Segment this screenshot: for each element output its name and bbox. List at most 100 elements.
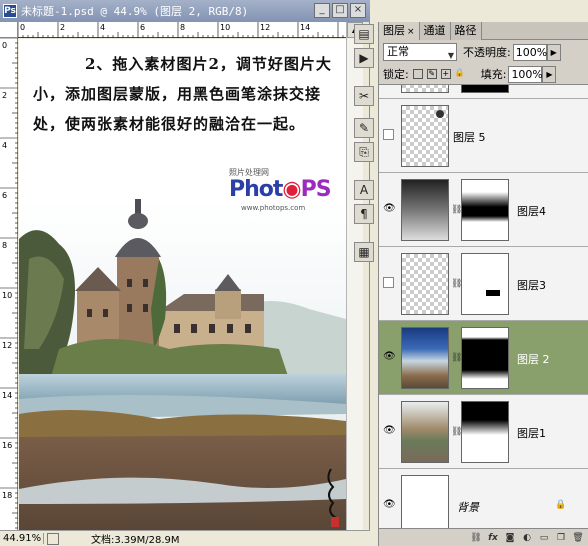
- paragraph-icon[interactable]: ¶: [354, 204, 374, 224]
- watermark-logo: Phot◉PS: [229, 177, 332, 202]
- layer-mask-thumbnail[interactable]: [461, 253, 509, 315]
- mask-icon[interactable]: ◙: [503, 531, 517, 545]
- document-size-info[interactable]: 文档:3.39M/28.9M: [91, 531, 180, 546]
- layer-row-4[interactable]: 👁 ⛓ 图层4: [379, 173, 588, 247]
- character-icon[interactable]: A: [354, 180, 374, 200]
- layer-row-background[interactable]: 👁 背景 🔒: [379, 469, 588, 528]
- document-titlebar[interactable]: Ps 未标题-1.psd @ 44.9% (图层 2, RGB/8) _ □ ×: [0, 0, 370, 22]
- layer-name[interactable]: 背景: [457, 499, 479, 515]
- blend-mode-select[interactable]: 正常 ▼: [383, 43, 457, 61]
- visibility-toggle[interactable]: [383, 129, 394, 140]
- document-status-bar: 44.91% 文档:3.39M/28.9M: [0, 530, 370, 546]
- watermark-logo-part-a: Phot: [229, 177, 283, 202]
- tab-channels[interactable]: 通道: [419, 22, 451, 40]
- tab-close-icon[interactable]: ×: [407, 27, 415, 37]
- brushes-icon[interactable]: ✎: [354, 118, 374, 138]
- visibility-toggle[interactable]: [383, 277, 394, 288]
- eye-icon[interactable]: 👁: [383, 425, 396, 437]
- eye-icon[interactable]: 👁: [383, 351, 396, 363]
- maximize-icon[interactable]: □: [332, 3, 348, 18]
- layer-row-2[interactable]: 👁 ⛓ 图层 2: [379, 321, 588, 395]
- fx-icon[interactable]: fx: [486, 531, 500, 545]
- opacity-label: 不透明度:: [463, 46, 511, 59]
- blend-mode-value: 正常: [387, 45, 409, 58]
- ruler-left-ticks: 0 2 4 6 8 10 12 14 16 18: [0, 37, 18, 529]
- layer-thumbnail: [401, 475, 449, 528]
- layers-panel-footer: ⛓ fx ◙ ◐ ▭ ❐ 🗑: [379, 528, 588, 546]
- ruler-left-label: 6: [2, 191, 7, 200]
- watermark-logo-part-b: PS: [300, 177, 332, 202]
- ruler-top-label: 12: [260, 23, 270, 32]
- opacity-slider-icon[interactable]: ▶: [546, 43, 561, 61]
- layer-row-5[interactable]: 图层 5: [379, 99, 588, 173]
- ruler-top-label: 10: [220, 23, 230, 32]
- layer-thumbnail: [401, 253, 449, 315]
- notes-icon[interactable]: ▦: [354, 242, 374, 262]
- layer-name[interactable]: 图层3: [517, 277, 546, 293]
- layer-thumbnail: [401, 85, 449, 93]
- layer-name[interactable]: 图层1: [517, 425, 546, 441]
- ruler-left-label: 0: [2, 41, 7, 50]
- new-layer-icon[interactable]: ❐: [554, 531, 568, 545]
- layer-mask-thumbnail[interactable]: [461, 179, 509, 241]
- history-icon[interactable]: ▤: [354, 24, 374, 44]
- layer-name[interactable]: 图层 2: [517, 351, 550, 367]
- layer-thumbnail: [401, 401, 449, 463]
- lock-row: 锁定: ✎ + 🔒 填充: 100% ▶: [379, 63, 588, 85]
- layer-row-partial[interactable]: [379, 85, 588, 99]
- lock-image-icon[interactable]: ✎: [426, 69, 437, 79]
- zoom-level[interactable]: 44.91%: [0, 533, 44, 544]
- eye-icon[interactable]: 👁: [383, 203, 396, 215]
- layer-list[interactable]: 图层 5 👁 ⛓ 图层4 ⛓ 图层3 👁 ⛓ 图层 2 👁 ⛓ 图层1 👁 背景…: [379, 84, 588, 528]
- document-window: Ps 未标题-1.psd @ 44.9% (图层 2, RGB/8) _ □ ×…: [0, 0, 370, 546]
- tab-paths[interactable]: 路径: [450, 22, 482, 40]
- minimize-icon[interactable]: _: [314, 3, 330, 18]
- trash-icon[interactable]: 🗑: [571, 531, 585, 545]
- layer-thumbnail: [401, 179, 449, 241]
- ruler-corner[interactable]: [0, 22, 18, 38]
- layer-mask-thumbnail[interactable]: [461, 401, 509, 463]
- layer-thumbnail: [401, 105, 449, 167]
- layer-row-3[interactable]: ⛓ 图层3: [379, 247, 588, 321]
- ruler-top[interactable]: 0 2 4 6 8 10 12 14: [17, 22, 346, 39]
- ruler-left-label: 8: [2, 241, 7, 250]
- document-title: 未标题-1.psd @ 44.9% (图层 2, RGB/8): [21, 5, 249, 18]
- ruler-top-label: 2: [60, 23, 65, 32]
- tab-layers[interactable]: 图层 ×: [379, 22, 420, 40]
- layer-name[interactable]: 图层 5: [453, 129, 486, 145]
- lock-label: 锁定:: [383, 68, 409, 81]
- image-canvas[interactable]: 2、拖入素材图片2，调节好图片大小，添加图层蒙版，用黑色画笔涂抹交接处，使两张素…: [19, 39, 346, 530]
- tab-layers-label: 图层: [383, 24, 405, 37]
- layer-name[interactable]: 图层4: [517, 203, 546, 219]
- adjustment-icon[interactable]: ◐: [520, 531, 534, 545]
- ruler-top-label: 4: [100, 23, 105, 32]
- layer-row-1[interactable]: 👁 ⛓ 图层1: [379, 395, 588, 469]
- lock-icon: 🔒: [555, 500, 567, 510]
- chevron-down-icon: ▼: [447, 51, 454, 60]
- ruler-top-label: 6: [140, 23, 145, 32]
- eye-icon[interactable]: 👁: [383, 499, 396, 511]
- tools-icon[interactable]: ✂: [354, 86, 374, 106]
- link-icon[interactable]: ⛓: [469, 531, 483, 545]
- clone-source-icon[interactable]: ⎘: [354, 142, 374, 162]
- photoshop-document-icon: Ps: [3, 4, 17, 18]
- fill-slider-icon[interactable]: ▶: [542, 65, 557, 83]
- ruler-top-label: 8: [180, 23, 185, 32]
- layer-mask-thumbnail[interactable]: [461, 327, 509, 389]
- ruler-left[interactable]: 0 2 4 6 8 10 12 14 16 18: [0, 37, 18, 530]
- folder-icon[interactable]: ▭: [537, 531, 551, 545]
- ruler-top-label: 0: [20, 23, 25, 32]
- ruler-top-label: 14: [300, 23, 310, 32]
- instruction-text: 2、拖入素材图片2，调节好图片大小，添加图层蒙版，用黑色画笔涂抹交接处，使两张素…: [33, 55, 332, 133]
- lock-transparent-icon[interactable]: [412, 69, 423, 79]
- actions-icon[interactable]: ▶: [354, 48, 374, 68]
- fill-input[interactable]: 100%: [508, 65, 543, 83]
- ruler-left-label: 18: [2, 491, 12, 500]
- ruler-left-label: 4: [2, 141, 7, 150]
- navigator-icon[interactable]: [47, 532, 59, 545]
- lock-position-icon[interactable]: +: [440, 69, 451, 79]
- opacity-input[interactable]: 100%: [512, 43, 547, 61]
- panel-dock-icons: ▤ ▶ ✂ ✎ ⎘ A ¶ ▦: [352, 0, 376, 546]
- blend-row: 正常 ▼ 不透明度: 100% ▶: [379, 41, 588, 63]
- lock-all-icon[interactable]: 🔒: [455, 69, 465, 79]
